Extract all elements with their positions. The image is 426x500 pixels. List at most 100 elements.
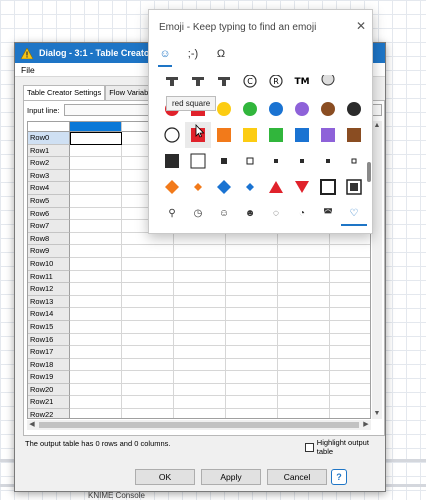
balloon-icon[interactable]: ◌ <box>263 208 289 226</box>
table-cell[interactable] <box>70 220 122 233</box>
purple-circle-icon[interactable] <box>289 96 315 122</box>
scroll-left-icon[interactable]: ◀ <box>27 420 37 430</box>
table-cell[interactable] <box>278 371 330 384</box>
table-cell[interactable] <box>330 359 370 372</box>
copyright-icon[interactable]: C <box>237 70 263 96</box>
table-cell[interactable] <box>122 333 174 347</box>
tab-table-creator-settings[interactable]: Table Creator Settings <box>23 85 106 101</box>
table-row[interactable]: Row21 <box>28 396 370 410</box>
cancel-button[interactable]: Cancel <box>267 469 327 485</box>
help-button[interactable]: ? <box>331 469 347 485</box>
clock-icon[interactable]: ◷ <box>185 208 211 226</box>
table-cell[interactable] <box>122 346 174 359</box>
table-cell[interactable] <box>226 371 278 384</box>
brown-circle-icon[interactable] <box>315 96 341 122</box>
smiley-icon[interactable]: ☺ <box>211 208 237 226</box>
table-row[interactable]: Row9 <box>28 245 370 258</box>
orange-small-diamond-icon[interactable] <box>185 174 211 200</box>
white-small-square-icon[interactable] <box>341 148 367 174</box>
table-cell[interactable] <box>174 308 226 321</box>
table-cell[interactable] <box>278 409 330 418</box>
table-cell[interactable] <box>330 296 370 309</box>
table-cell[interactable] <box>174 232 226 246</box>
row-header[interactable]: Row14 <box>28 308 70 321</box>
row-header[interactable]: Row3 <box>28 169 70 183</box>
table-cell[interactable] <box>70 257 122 271</box>
apply-button[interactable]: Apply <box>201 469 261 485</box>
table-cell[interactable] <box>122 257 174 271</box>
table-row[interactable]: Row13 <box>28 295 370 309</box>
white-circle-icon[interactable] <box>159 122 185 148</box>
black-large-square-icon[interactable] <box>159 148 185 174</box>
heart-icon[interactable]: ♡ <box>341 208 367 226</box>
table-cell[interactable] <box>330 271 370 284</box>
table-cell[interactable] <box>278 396 330 410</box>
row-header[interactable]: Row5 <box>28 194 70 208</box>
table-row[interactable]: Row17 <box>28 346 370 359</box>
table-cell[interactable] <box>70 182 122 195</box>
table-row[interactable]: Row20 <box>28 383 370 397</box>
row-header[interactable]: Row2 <box>28 157 70 170</box>
table-cell[interactable] <box>330 334 370 347</box>
blue-small-diamond-icon[interactable] <box>237 174 263 200</box>
table-cell[interactable] <box>70 320 122 334</box>
table-cell[interactable] <box>174 320 226 334</box>
table-cell[interactable] <box>226 396 278 410</box>
table-cell[interactable] <box>226 409 278 418</box>
table-cell[interactable] <box>226 232 278 246</box>
car-icon[interactable]: ◚ <box>315 208 341 226</box>
black-medium-square-icon[interactable] <box>211 148 237 174</box>
partial-glyph-icon[interactable] <box>159 70 185 96</box>
vertical-scrollbar[interactable]: ▲ ▼ <box>372 121 382 419</box>
table-cell[interactable] <box>70 396 122 410</box>
table-cell[interactable] <box>330 409 370 418</box>
row-header[interactable]: Row1 <box>28 144 70 158</box>
purple-square-icon[interactable] <box>315 122 341 148</box>
black-small-square-icon[interactable] <box>315 148 341 174</box>
table-row[interactable]: Row22 <box>28 409 370 418</box>
table-cell[interactable] <box>70 157 122 170</box>
table-cell[interactable] <box>122 232 174 246</box>
row-header[interactable]: Row8 <box>28 232 70 246</box>
table-cell[interactable] <box>70 245 122 258</box>
table-cell[interactable] <box>122 358 174 372</box>
row-header[interactable]: Row12 <box>28 283 70 296</box>
search-icon[interactable]: ⚲ <box>159 208 185 226</box>
table-cell[interactable] <box>70 295 122 309</box>
table-cell[interactable] <box>174 295 226 309</box>
food-icon[interactable]: ◔ <box>289 208 315 226</box>
table-cell[interactable] <box>174 270 226 284</box>
brown-square-icon[interactable] <box>341 122 367 148</box>
table-cell[interactable] <box>70 232 122 246</box>
row-header[interactable]: Row15 <box>28 320 70 334</box>
table-row[interactable]: Row11 <box>28 270 370 284</box>
green-square-icon[interactable] <box>263 122 289 148</box>
blue-circle-icon[interactable] <box>263 96 289 122</box>
table-cell[interactable] <box>70 132 122 145</box>
table-cell[interactable] <box>330 384 370 397</box>
table-cell[interactable] <box>174 371 226 384</box>
row-header[interactable]: Row4 <box>28 182 70 195</box>
trademark-icon[interactable]: TM <box>289 70 315 96</box>
row-header[interactable]: Row17 <box>28 346 70 359</box>
person-icon[interactable]: ☻ <box>237 208 263 226</box>
green-circle-icon[interactable] <box>237 96 263 122</box>
partial-glyph-icon[interactable] <box>185 70 211 96</box>
tab-symbols[interactable]: Ω <box>213 48 229 60</box>
table-cell[interactable] <box>70 346 122 359</box>
close-icon[interactable]: ✕ <box>356 19 366 33</box>
blue-square-icon[interactable] <box>289 122 315 148</box>
table-cell[interactable] <box>174 283 226 296</box>
column-header[interactable] <box>70 122 122 132</box>
table-cell[interactable] <box>70 207 122 221</box>
table-cell[interactable] <box>226 308 278 321</box>
table-cell[interactable] <box>330 308 370 321</box>
table-cell[interactable] <box>70 169 122 183</box>
table-cell[interactable] <box>330 321 370 334</box>
table-cell[interactable] <box>330 371 370 384</box>
table-cell[interactable] <box>70 358 122 372</box>
table-row[interactable]: Row18 <box>28 358 370 372</box>
row-header[interactable]: Row9 <box>28 245 70 258</box>
table-cell[interactable] <box>174 245 226 258</box>
table-cell[interactable] <box>174 333 226 347</box>
